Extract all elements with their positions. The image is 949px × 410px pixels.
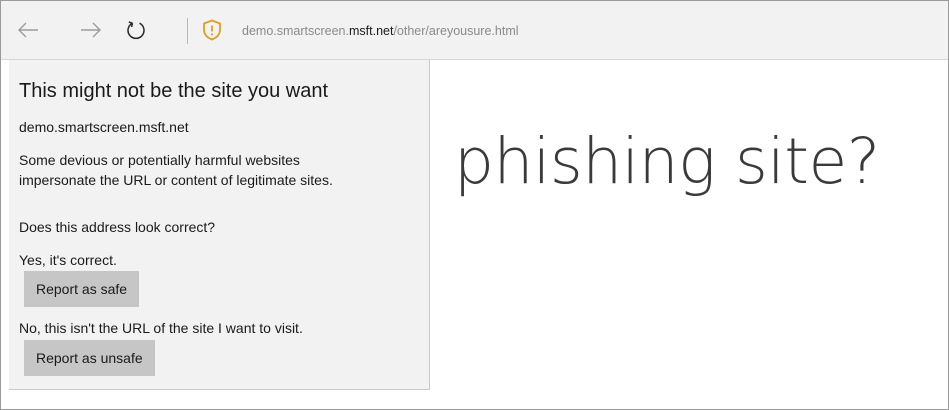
address-host: msft.net <box>348 24 394 38</box>
page-headline: phishing site? <box>454 125 880 198</box>
smartscreen-flyout: This might not be the site you want demo… <box>9 60 430 390</box>
browser-toolbar: demo.smartscreen.msft.net/other/areyousu… <box>1 1 948 60</box>
flyout-question: Does this address look correct? <box>19 219 216 235</box>
arrow-left-icon <box>18 22 38 38</box>
refresh-icon <box>127 21 145 40</box>
flyout-no-text: No, this isn't the URL of the site I wan… <box>19 320 303 336</box>
flyout-yes-text: Yes, it's correct. <box>19 252 117 268</box>
address-prefix: demo.smartscreen. <box>242 24 349 38</box>
flyout-domain: demo.smartscreen.msft.net <box>19 119 189 135</box>
site-info-button[interactable] <box>197 15 227 45</box>
toolbar-divider <box>187 18 188 44</box>
report-safe-button[interactable]: Report as safe <box>24 271 140 307</box>
back-button[interactable] <box>11 13 45 47</box>
flyout-description-line1: Some devious or potentially harmful webs… <box>19 152 300 168</box>
address-bar[interactable]: demo.smartscreen.msft.net/other/areyousu… <box>242 21 519 41</box>
forward-button[interactable] <box>74 13 108 47</box>
flyout-title: This might not be the site you want <box>19 80 329 102</box>
flyout-description-line2: impersonate the URL or content of legiti… <box>19 172 333 188</box>
shield-warning-icon <box>203 19 221 41</box>
report-unsafe-button[interactable]: Report as unsafe <box>24 340 155 376</box>
refresh-button[interactable] <box>119 13 153 47</box>
address-path: /other/areyousure.html <box>393 24 519 38</box>
arrow-right-icon <box>81 22 101 38</box>
